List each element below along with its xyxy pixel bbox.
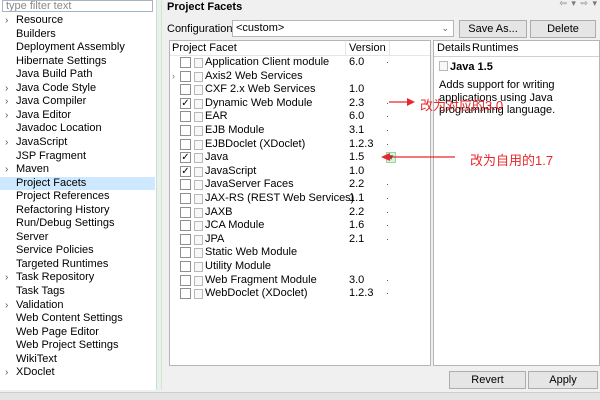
tree-item[interactable]: › Java Editor [0,109,155,122]
tree-item[interactable]: Java Build Path [0,68,155,81]
chevron-right-icon[interactable]: › [5,14,8,27]
window-bottom-edge [0,392,600,400]
tree-item[interactable]: Project References [0,190,155,203]
project-facets-page: Project Facets ⇦ ▾ ⇨ ▾ Configuration: <c… [163,0,600,392]
tree-item[interactable]: Service Policies [0,244,155,257]
tree-item-label: Refactoring History [16,203,110,216]
annotation-arrowhead [407,98,415,106]
preferences-tree-panel: type filter text › Resource Builders Deploy… [0,0,157,390]
tree-item[interactable]: Web Content Settings [0,312,155,325]
chevron-right-icon[interactable]: › [5,109,8,122]
tree-item[interactable]: Web Page Editor [0,326,155,339]
tree-item-label: Java Editor [16,108,72,121]
tree-item[interactable]: › Validation [0,299,155,312]
tree-item[interactable]: › Task Repository [0,271,155,284]
tree-item[interactable]: › XDoclet [0,366,155,379]
tree-item-label: Java Build Path [16,68,93,81]
tree-item-label: JavaScript [16,135,68,148]
tree-item-label: XDoclet [16,366,55,379]
chevron-right-icon[interactable]: › [5,82,8,95]
tree-item-label: Maven [16,163,50,176]
tree-item[interactable]: Builders [0,28,155,41]
chevron-right-icon[interactable]: › [5,95,8,108]
tree-item[interactable]: Javadoc Location [0,122,155,135]
tree-item-label: Run/Debug Settings [16,217,115,230]
tree-item-label: Task Tags [16,285,65,297]
tree-item-label: Resource [16,14,64,26]
tree-scrollbar[interactable] [157,0,162,390]
tree-item-label: Hibernate Settings [16,54,107,67]
tree-item[interactable]: JSP Fragment [0,150,155,163]
tree-item[interactable]: Hibernate Settings [0,55,155,68]
tree-item[interactable]: Task Tags [0,285,155,298]
tree-item[interactable]: Refactoring History [0,204,155,217]
tree-item-label: Server [16,230,49,243]
tree-item[interactable]: Deployment Assembly [0,41,155,54]
tree-item-label: JSP Fragment [16,149,87,162]
tree-item-label: Service Policies [16,244,94,257]
chevron-right-icon[interactable]: › [5,271,8,284]
tree-item-label: Validation [16,298,64,311]
tree-item[interactable]: › JavaScript [0,136,155,149]
tree-item[interactable]: Targeted Runtimes [0,258,155,271]
tree-item[interactable]: › Resource [0,14,155,27]
tree-item-label: Javadoc Location [16,122,102,135]
tree-item[interactable]: Project Facets [0,176,155,190]
tree-item-label: Project References [16,190,110,203]
tree-item-label: Web Project Settings [16,339,119,352]
annotation-web-module: 改为对应的3.0 [420,98,504,113]
annotation-arrowhead [381,153,390,161]
chevron-right-icon[interactable]: › [5,299,8,312]
tree-item-label: Targeted Runtimes [16,257,109,270]
tree-item[interactable]: › Maven [0,163,155,176]
annotation-arrows [381,98,455,161]
tree-item-label: WikiText [16,352,57,365]
filter-input[interactable]: type filter text [2,0,153,12]
tree-item-label: Task Repository [16,271,95,284]
tree-item[interactable]: Server [0,231,155,244]
tree-item-label: Builders [16,27,56,40]
tree-item-label: Java Code Style [16,81,97,94]
annotation-java: 改为自用的1.7 [470,153,554,168]
tree-item-label: Web Content Settings [16,312,123,325]
tree-item[interactable]: › Java Compiler [0,95,155,108]
chevron-right-icon[interactable]: › [5,163,8,176]
tree-item-label: Web Page Editor [16,325,99,338]
tree-item[interactable]: Run/Debug Settings [0,217,155,230]
tree-item-label: Deployment Assembly [16,41,125,54]
chevron-right-icon[interactable]: › [5,136,8,149]
tree-item-label: Java Compiler [16,95,87,108]
tree-item[interactable]: WikiText [0,353,155,366]
chevron-right-icon[interactable]: › [5,366,8,379]
tree-item[interactable]: › Java Code Style [0,82,155,95]
tree-item[interactable]: Web Project Settings [0,339,155,352]
tree-item-label: Project Facets [16,176,87,189]
